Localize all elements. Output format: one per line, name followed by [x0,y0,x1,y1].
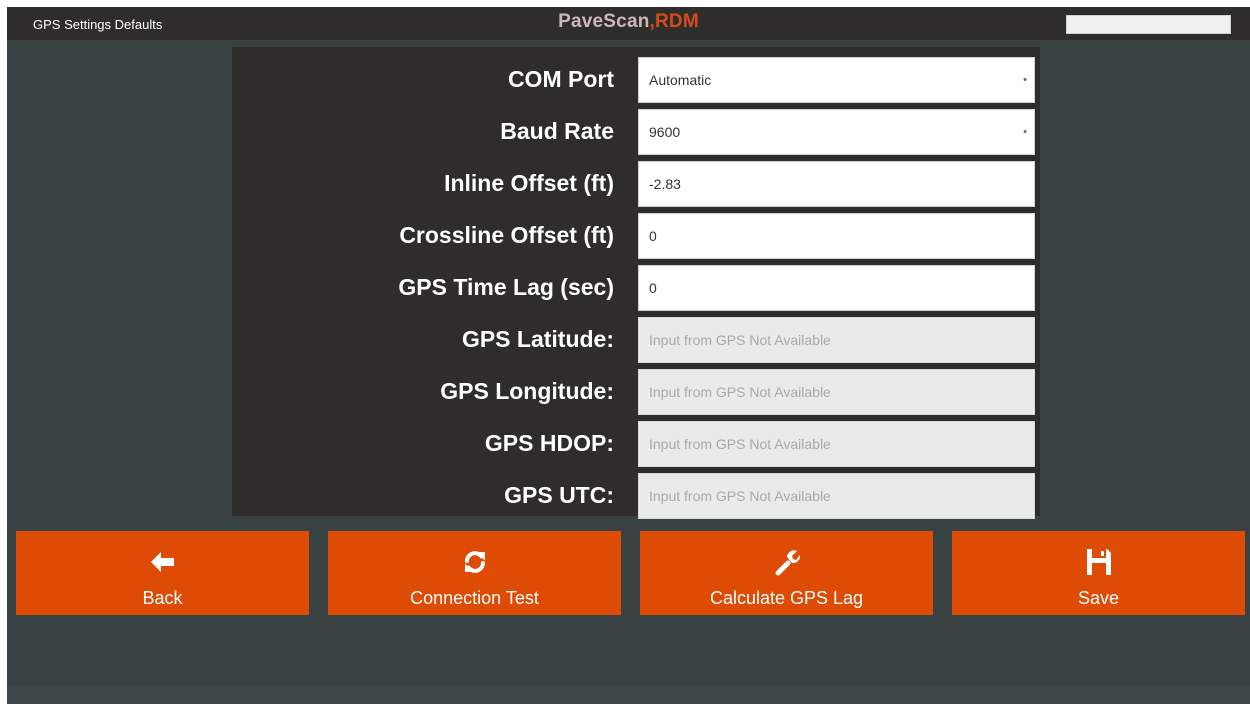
floppy-disk-icon [952,548,1245,576]
inline-offset-value: -2.83 [649,176,681,192]
row-com-port: COM Port Automatic • [232,53,1040,105]
back-button-label: Back [142,588,183,608]
app-window: GPS Settings Defaults PaveScan,RDM COM P… [7,7,1250,704]
gps-time-lag-value: 0 [649,280,657,296]
wrench-icon [640,548,933,576]
com-port-value: Automatic [649,72,712,88]
back-button[interactable]: Back [16,531,309,615]
brand-name: PaveScan [558,11,650,32]
save-button[interactable]: Save [952,531,1245,615]
calculate-gps-lag-button-label: Calculate GPS Lag [709,588,864,608]
baud-rate-select[interactable]: 9600 • [638,109,1035,155]
gps-hdop-label: GPS HDOP: [484,430,614,456]
gps-latitude-field: Input from GPS Not Available [638,317,1035,363]
brand-suffix: RDM [655,11,699,32]
refresh-icon [328,548,621,576]
baud-rate-value: 9600 [649,124,681,140]
gps-hdop-placeholder: Input from GPS Not Available [649,436,831,452]
chevron-down-icon: • [1023,126,1027,138]
com-port-select[interactable]: Automatic • [638,57,1035,103]
row-gps-utc: GPS UTC: Input from GPS Not Available [232,469,1040,521]
top-status-box [1066,15,1231,34]
row-gps-hdop: GPS HDOP: Input from GPS Not Available [232,417,1040,469]
save-button-label: Save [1077,588,1120,608]
inline-offset-label: Inline Offset (ft) [444,170,614,196]
gps-hdop-field: Input from GPS Not Available [638,421,1035,467]
connection-test-button-label: Connection Test [410,588,539,608]
gps-longitude-placeholder: Input from GPS Not Available [649,384,831,400]
gps-utc-placeholder: Input from GPS Not Available [649,488,831,504]
arrow-left-icon [16,548,309,576]
row-inline-offset: Inline Offset (ft) -2.83 [232,157,1040,209]
gps-longitude-field: Input from GPS Not Available [638,369,1035,415]
crossline-offset-input[interactable]: 0 [638,213,1035,259]
row-baud-rate: Baud Rate 9600 • [232,105,1040,157]
crossline-offset-label: Crossline Offset (ft) [399,222,614,248]
calculate-gps-lag-button[interactable]: Calculate GPS Lag [640,531,933,615]
com-port-label: COM Port [507,66,614,92]
chevron-down-icon: • [1023,74,1027,86]
gps-utc-field: Input from GPS Not Available [638,473,1035,519]
title-bar: GPS Settings Defaults PaveScan,RDM [7,7,1250,40]
row-crossline-offset: Crossline Offset (ft) 0 [232,209,1040,261]
gps-settings-form: COM Port Automatic • Baud Rate 9600 • In… [232,47,1040,519]
gps-time-lag-input[interactable]: 0 [638,265,1035,311]
row-gps-longitude: GPS Longitude: Input from GPS Not Availa… [232,365,1040,417]
gps-longitude-label: GPS Longitude: [440,378,614,404]
footer-strip [7,685,1250,704]
baud-rate-label: Baud Rate [500,118,614,144]
row-gps-time-lag: GPS Time Lag (sec) 0 [232,261,1040,313]
gps-time-lag-label: GPS Time Lag (sec) [398,274,614,300]
row-gps-latitude: GPS Latitude: Input from GPS Not Availab… [232,313,1040,365]
gps-latitude-label: GPS Latitude: [461,326,614,352]
gps-utc-label: GPS UTC: [504,482,614,508]
brand-logo: PaveScan,RDM [7,11,1250,33]
connection-test-button[interactable]: Connection Test [328,531,621,615]
gps-latitude-placeholder: Input from GPS Not Available [649,332,831,348]
crossline-offset-value: 0 [649,228,657,244]
inline-offset-input[interactable]: -2.83 [638,161,1035,207]
